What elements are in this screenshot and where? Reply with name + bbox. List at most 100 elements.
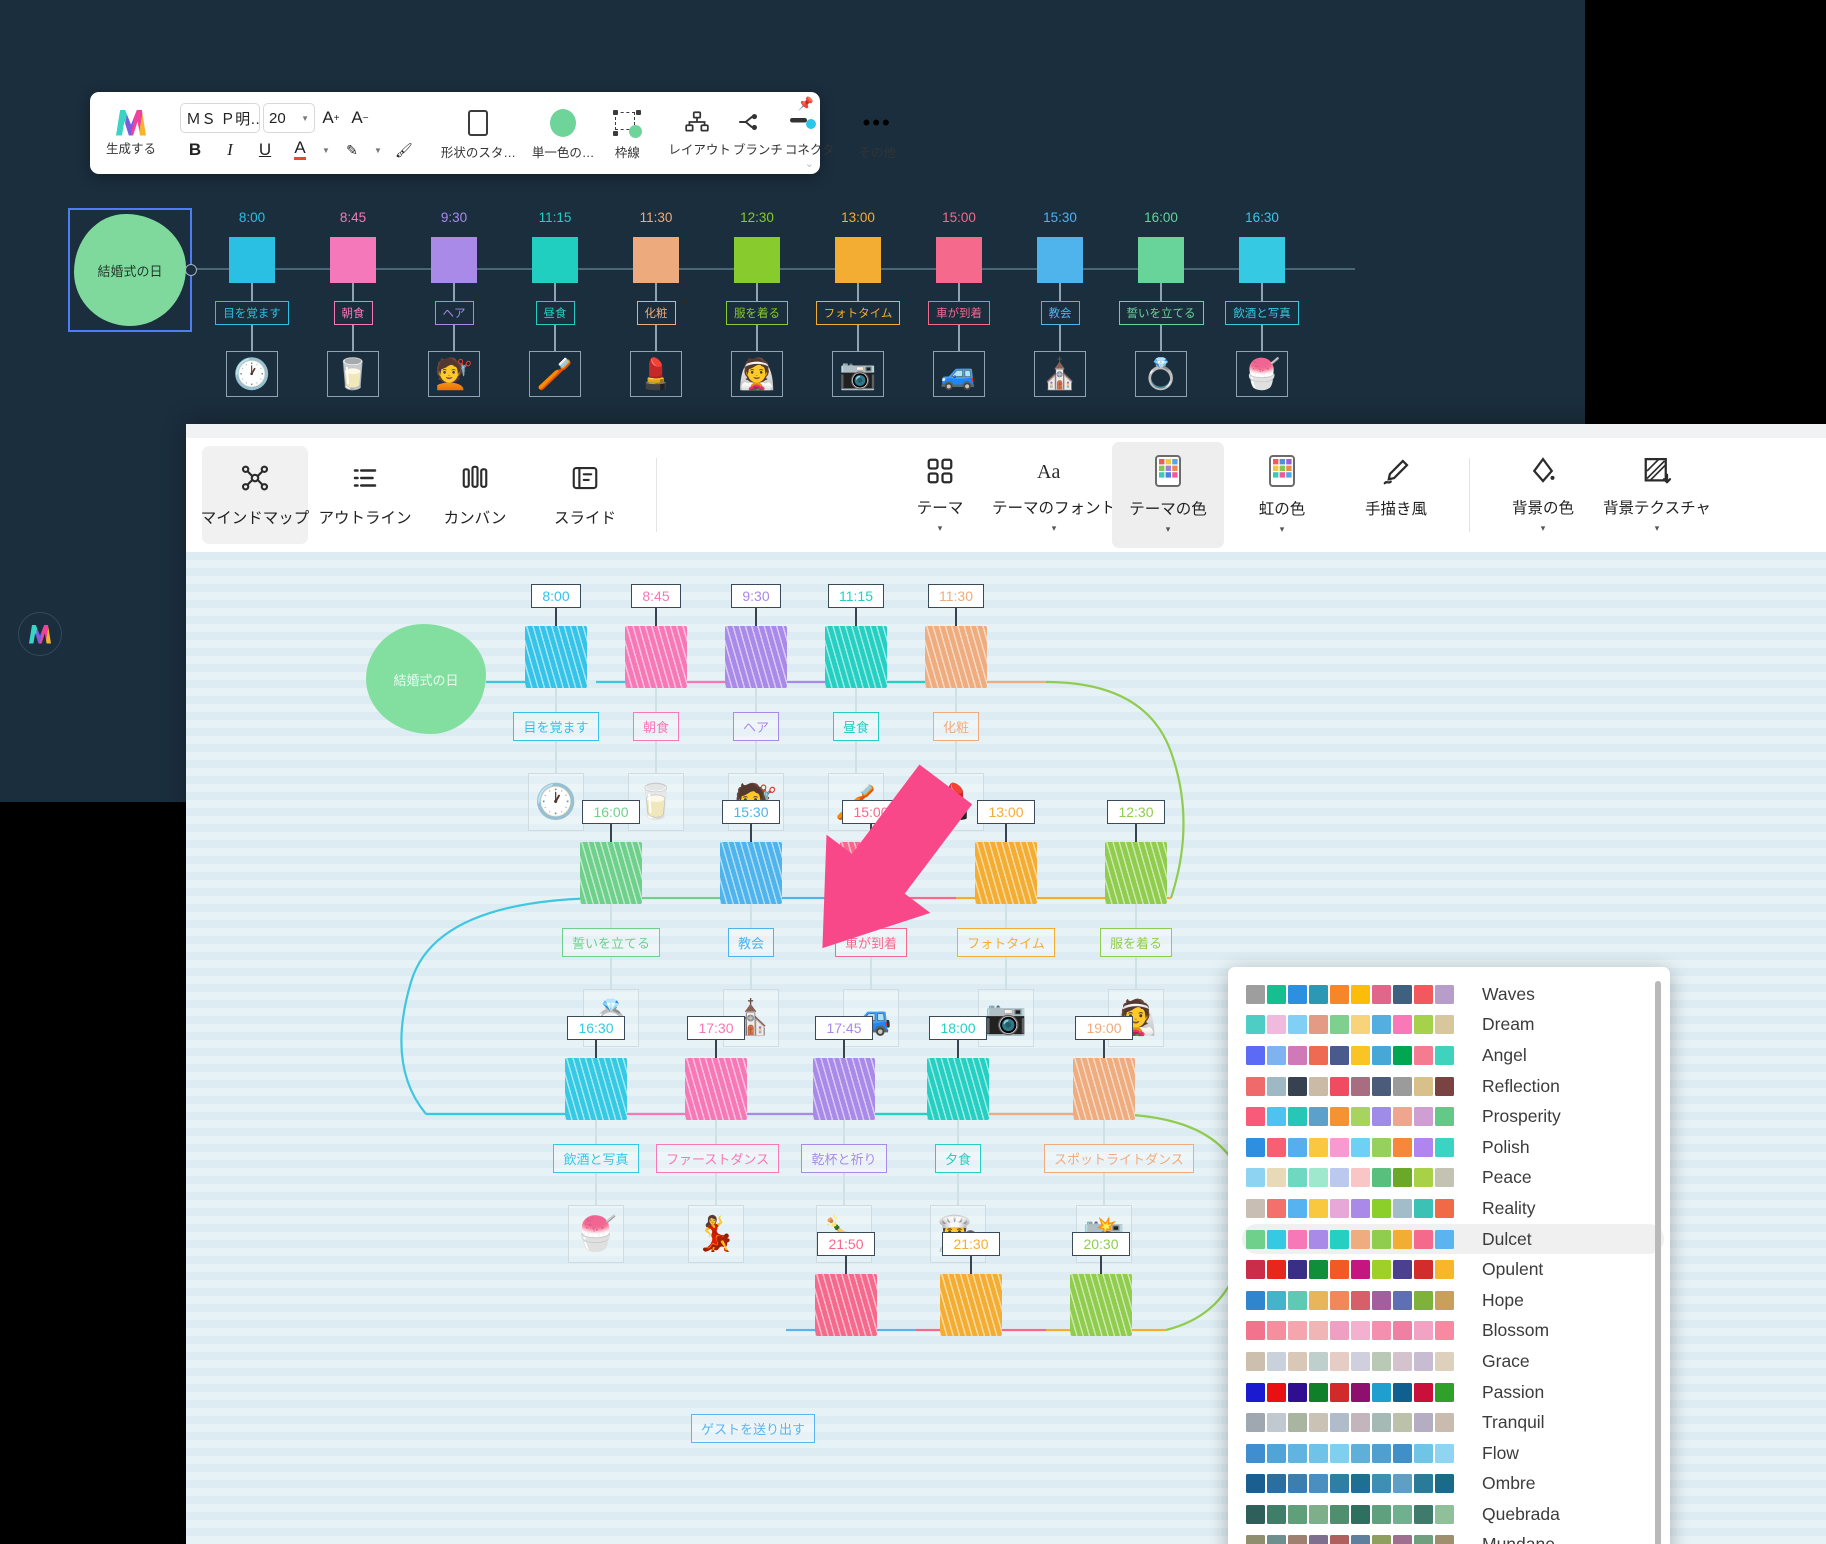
- dropdown-scrollbar-thumb[interactable]: [1655, 981, 1661, 1544]
- font-family-select[interactable]: ＭＳ Ｐ明… ▼: [180, 103, 261, 133]
- mindmap-node-block[interactable]: [685, 1058, 747, 1120]
- mindmap-node-time[interactable]: 8:00: [531, 584, 581, 608]
- tab-1[interactable]: マインドマップ: [201, 446, 309, 544]
- mindmap-node-block[interactable]: [1070, 1274, 1132, 1336]
- dark-node-block[interactable]: [1037, 237, 1083, 283]
- theme-option[interactable]: Dulcet: [1242, 1223, 1664, 1255]
- connector-icon[interactable]: [788, 109, 818, 135]
- dark-node-icon[interactable]: 💍: [1135, 351, 1187, 397]
- app-logo-badge[interactable]: [18, 612, 62, 656]
- chevron-down-icon[interactable]: ▾: [1166, 524, 1171, 535]
- mindmap-node-label[interactable]: スポットライトダンス: [1044, 1144, 1194, 1173]
- dark-node-icon[interactable]: 💄: [630, 351, 682, 397]
- chevron-down-icon[interactable]: ▾: [1280, 524, 1285, 535]
- mindmap-node-label-send-off[interactable]: ゲストを送り出す: [691, 1414, 816, 1443]
- mindmap-node-time[interactable]: 8:45: [631, 584, 681, 608]
- mindmap-node[interactable]: 21:50: [786, 1232, 906, 1336]
- tool-background-texture[interactable]: 背景テクスチャ ▾: [1601, 442, 1713, 548]
- dark-timeline-node[interactable]: 16:30 飲酒と写真 🍧: [1202, 210, 1322, 397]
- dark-root-node[interactable]: 結婚式の日: [68, 208, 197, 332]
- tool-theme[interactable]: テーマ ▾: [884, 442, 996, 548]
- theme-option[interactable]: Hope: [1242, 1285, 1664, 1316]
- mindmap-node-time[interactable]: 16:00: [582, 800, 640, 824]
- mindmap-node-time[interactable]: 15:30: [722, 800, 780, 824]
- theme-option[interactable]: Ombre: [1242, 1469, 1664, 1500]
- mindmap-node[interactable]: 19:00スポットライトダンス📸: [1044, 1016, 1194, 1263]
- mindmap-node[interactable]: 17:45乾杯と祈り🍾: [784, 1016, 904, 1263]
- mindmap-node[interactable]: 16:00誓いを立てる💍: [551, 800, 671, 1047]
- mindmap-node-time[interactable]: 16:30: [567, 1016, 625, 1040]
- mindmap-node[interactable]: 16:30 飲酒と写真 🍧: [536, 1016, 656, 1263]
- mindmap-node-block[interactable]: [1105, 842, 1167, 904]
- dark-node-label[interactable]: 服を着る: [726, 301, 788, 325]
- tool-theme-color[interactable]: テーマの色 ▾: [1112, 442, 1224, 548]
- dark-node-icon[interactable]: 💇: [428, 351, 480, 397]
- dark-node-icon[interactable]: 🕐: [226, 351, 278, 397]
- dark-node-icon[interactable]: 🚙: [933, 351, 985, 397]
- dark-node-icon[interactable]: 🪥: [529, 351, 581, 397]
- dark-node-icon[interactable]: 🥛: [327, 351, 379, 397]
- theme-option[interactable]: Flow: [1242, 1438, 1664, 1469]
- fill-color-group[interactable]: 単一色の…: [524, 97, 603, 169]
- mindmap-node-block[interactable]: [525, 626, 587, 688]
- more-group[interactable]: ••• その他: [850, 97, 904, 169]
- mindmap-node-time[interactable]: 17:30: [687, 1016, 745, 1040]
- mindmap-node[interactable]: 18:00夕食👨‍🍳: [898, 1016, 1018, 1263]
- theme-option[interactable]: Peace: [1242, 1163, 1664, 1194]
- dark-node-block[interactable]: [431, 237, 477, 283]
- dark-node-label[interactable]: 朝食: [333, 301, 373, 325]
- tool-hand-drawn[interactable]: 手描き風: [1340, 442, 1452, 548]
- dark-node-label[interactable]: 飲酒と写真: [1225, 301, 1299, 325]
- tool-background-color[interactable]: 背景の色 ▾: [1487, 442, 1599, 548]
- tab-3[interactable]: カンバン: [422, 446, 528, 544]
- chevron-down-icon[interactable]: ▾: [1052, 523, 1057, 534]
- theme-option[interactable]: Blossom: [1242, 1316, 1664, 1347]
- theme-option[interactable]: Quebrada: [1242, 1499, 1664, 1530]
- dark-node-icon[interactable]: 🍧: [1236, 351, 1288, 397]
- dark-node-label[interactable]: 昼食: [535, 301, 575, 325]
- font-size-select[interactable]: 20 ▼: [263, 103, 316, 133]
- mindmap-node-block[interactable]: [1073, 1058, 1135, 1120]
- theme-option[interactable]: Tranquil: [1242, 1407, 1664, 1438]
- bold-button[interactable]: B: [182, 137, 208, 163]
- layout-icon[interactable]: [684, 109, 710, 135]
- dark-node-label[interactable]: ヘア: [434, 301, 474, 325]
- mindmap-node-label[interactable]: 昼食: [832, 712, 879, 741]
- mindmap-node-block[interactable]: [580, 842, 642, 904]
- increase-font-size-button[interactable]: A +: [318, 105, 344, 131]
- mindmap-node[interactable]: 17:30 ファーストダンス 💃: [656, 1016, 780, 1263]
- mindmap-node-block[interactable]: [725, 626, 787, 688]
- theme-option[interactable]: Grace: [1242, 1346, 1664, 1377]
- italic-button[interactable]: I: [217, 137, 243, 163]
- dark-node-icon[interactable]: 👰: [731, 351, 783, 397]
- mindmap-node-label[interactable]: ヘア: [732, 712, 779, 741]
- theme-option[interactable]: Reflection: [1242, 1071, 1664, 1102]
- chevron-down-icon[interactable]: ▾: [938, 523, 943, 534]
- tool-theme-font[interactable]: Aa テーマのフォント ▾: [992, 442, 1116, 548]
- mindmap-node-time[interactable]: 19:00: [1075, 1016, 1133, 1040]
- underline-button[interactable]: U: [252, 137, 278, 163]
- mindmap-node-icon[interactable]: 🍧: [568, 1205, 624, 1263]
- dark-node-label[interactable]: 目を覚ます: [215, 301, 289, 325]
- dark-node-block[interactable]: [633, 237, 679, 283]
- mindmap-node-block[interactable]: [625, 626, 687, 688]
- dark-node-block[interactable]: [936, 237, 982, 283]
- mindmap-node[interactable]: 20:30: [1041, 1232, 1161, 1336]
- mindmap-node-time[interactable]: 12:30: [1107, 800, 1165, 824]
- mindmap-node-time[interactable]: 18:00: [929, 1016, 987, 1040]
- mindmap-node-block[interactable]: [565, 1058, 627, 1120]
- mindmap-node-time[interactable]: 20:30: [1072, 1232, 1130, 1256]
- mindmap-node[interactable]: 21:30: [911, 1232, 1031, 1336]
- tool-rainbow-color[interactable]: 虹の色 ▾: [1226, 442, 1338, 548]
- mindmap-node-time[interactable]: 11:30: [928, 584, 984, 608]
- font-color-button[interactable]: A: [287, 137, 313, 163]
- mindmap-node-block[interactable]: [940, 1274, 1002, 1336]
- mindmap-node[interactable]: 12:30 服を着る 👰: [1076, 800, 1196, 1047]
- format-painter-button[interactable]: 🖌: [391, 137, 417, 163]
- mindmap-node-label[interactable]: ファーストダンス: [656, 1144, 780, 1173]
- theme-option[interactable]: Passion: [1242, 1377, 1664, 1408]
- dark-node-label[interactable]: 車が到着: [928, 301, 990, 325]
- dark-node-label[interactable]: フォトタイム: [815, 301, 901, 325]
- generate-group[interactable]: 生成する: [98, 97, 164, 169]
- mindmap-node-label[interactable]: 飲酒と写真: [553, 1144, 639, 1173]
